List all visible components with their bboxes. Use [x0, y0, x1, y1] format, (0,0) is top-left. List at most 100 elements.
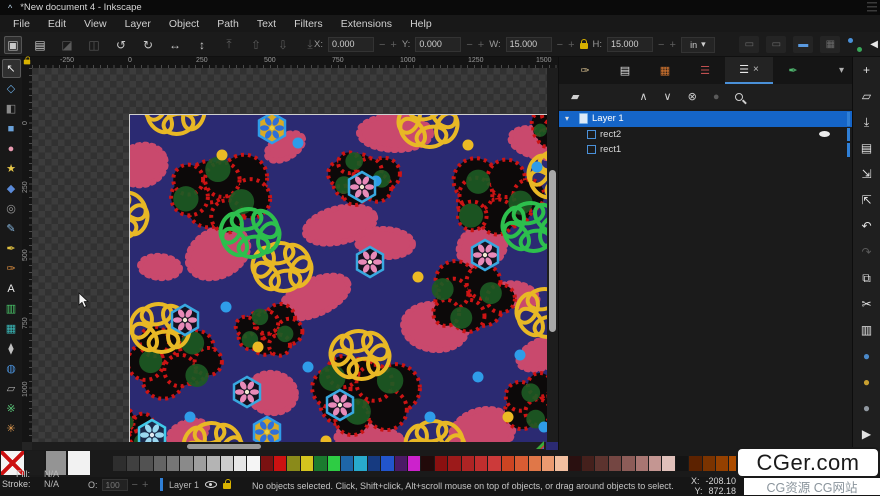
menu-file[interactable]: File: [4, 16, 39, 32]
palette-swatch[interactable]: [193, 456, 207, 471]
palette-swatch[interactable]: [568, 456, 582, 471]
palette-swatch[interactable]: [100, 456, 113, 471]
deselect-icon[interactable]: ◪: [58, 36, 76, 54]
palette-swatch[interactable]: [434, 456, 448, 471]
palette-swatch[interactable]: [622, 456, 635, 471]
tool-calligraphy[interactable]: ✑: [2, 259, 21, 278]
palette-swatch[interactable]: [126, 456, 140, 471]
w-plus-button[interactable]: +: [568, 39, 574, 51]
palette-swatch[interactable]: [488, 456, 501, 471]
vertical-scrollbar[interactable]: [547, 68, 558, 442]
menu-layer[interactable]: Layer: [116, 16, 160, 32]
rotate-cw-icon[interactable]: ↻: [139, 36, 157, 54]
select-same-icon[interactable]: ◫: [85, 36, 103, 54]
tool-star[interactable]: ★: [2, 159, 21, 178]
palette-swatch[interactable]: [528, 456, 541, 471]
palette-menu-icon[interactable]: [867, 2, 877, 12]
tool-node-editor[interactable]: ◇: [2, 79, 21, 98]
palette-swatch[interactable]: [421, 456, 434, 471]
h-plus-button[interactable]: +: [669, 39, 675, 51]
undo-icon[interactable]: ↶: [857, 217, 877, 235]
export-icon[interactable]: ⇱: [857, 191, 877, 209]
document-page[interactable]: [130, 115, 558, 450]
horizontal-scrollbar[interactable]: [32, 441, 546, 450]
canvas-viewport[interactable]: [32, 68, 558, 450]
guide-lock-icon[interactable]: [23, 56, 31, 65]
tool-paint-bucket[interactable]: ◍: [2, 359, 21, 378]
blur-icon[interactable]: ●: [713, 91, 720, 103]
tool-shape-builder[interactable]: ◧: [2, 99, 21, 118]
opacity-minus-button[interactable]: −: [132, 479, 138, 491]
white-swatch[interactable]: [68, 451, 90, 475]
tool-mesh-gradient[interactable]: ▦: [2, 319, 21, 338]
palette-swatch[interactable]: [260, 456, 274, 471]
object-row-layer-1[interactable]: ▾ Layer 1: [559, 111, 852, 127]
dialog-tab-align[interactable]: ☰: [685, 57, 725, 84]
tool-gradient[interactable]: ▥: [2, 299, 21, 318]
palette-swatch[interactable]: [153, 456, 166, 471]
add-layer-icon[interactable]: ▰: [571, 90, 579, 103]
palette-swatch[interactable]: [354, 456, 367, 471]
palette-swatch[interactable]: [367, 456, 381, 471]
print-icon[interactable]: ▤: [857, 139, 877, 157]
palette-swatch[interactable]: [649, 456, 662, 471]
palette-swatch[interactable]: [207, 456, 220, 471]
palette-swatch[interactable]: [166, 456, 180, 471]
palette-swatch[interactable]: [474, 456, 488, 471]
redo-icon[interactable]: ↷: [857, 243, 877, 261]
menu-edit[interactable]: Edit: [39, 16, 75, 32]
collapse-snapbar-button[interactable]: ◀: [870, 39, 878, 50]
raise-to-top-icon[interactable]: ⤒: [220, 36, 238, 54]
palette-swatch[interactable]: [582, 456, 595, 471]
select-all-icon[interactable]: ▣: [4, 35, 22, 54]
tool-bezier-pen[interactable]: ✒: [2, 239, 21, 258]
palette-swatch[interactable]: [233, 456, 247, 471]
tool-eraser[interactable]: ▱: [2, 379, 21, 398]
menu-object[interactable]: Object: [160, 16, 208, 32]
unit-dropdown[interactable]: in ▾: [680, 36, 715, 53]
palette-swatch[interactable]: [180, 456, 193, 471]
horizontal-ruler[interactable]: -250 0 250 500 750 1000 1250 1500: [32, 57, 558, 68]
palette-swatch[interactable]: [113, 456, 126, 471]
palette-swatch[interactable]: [287, 456, 300, 471]
dock-chevron-icon[interactable]: ▾: [839, 57, 844, 84]
open-icon[interactable]: ▱: [857, 87, 877, 105]
tool-ellipse[interactable]: ●: [2, 139, 21, 158]
tool-text[interactable]: A: [2, 279, 21, 298]
move-gradients-toggle[interactable]: ▬: [793, 36, 814, 53]
palette-swatch[interactable]: [394, 456, 407, 471]
h-minus-button[interactable]: −: [658, 39, 664, 51]
vertical-ruler[interactable]: 025050075010001250: [22, 68, 32, 442]
new-document-icon[interactable]: +: [857, 61, 877, 79]
flip-vertical-icon[interactable]: ↕: [193, 36, 211, 54]
rotate-ccw-icon[interactable]: ↺: [112, 36, 130, 54]
object-row-rect1[interactable]: rect1: [559, 142, 852, 158]
palette-swatch[interactable]: [662, 456, 675, 471]
layer-lock-icon[interactable]: [223, 479, 232, 489]
palette-swatch[interactable]: [314, 456, 327, 471]
visibility-icon[interactable]: [819, 131, 830, 138]
menu-extensions[interactable]: Extensions: [332, 16, 401, 32]
dialog-tab-document-properties[interactable]: ▤: [605, 57, 645, 84]
h-input[interactable]: 15.000: [607, 37, 653, 52]
dialog-tab-objects[interactable]: ☰ ×: [725, 57, 773, 84]
delete-object-icon[interactable]: ⊗: [688, 90, 697, 103]
opacity-plus-button[interactable]: +: [142, 479, 148, 491]
dialog-tab-swatches[interactable]: ▦: [645, 57, 685, 84]
opacity-input[interactable]: 100: [101, 479, 128, 491]
palette-swatch[interactable]: [247, 456, 260, 471]
palette-swatch[interactable]: [715, 456, 729, 471]
scale-stroke-toggle[interactable]: ▭: [739, 36, 760, 53]
palette-swatch[interactable]: [608, 456, 622, 471]
menu-path[interactable]: Path: [208, 16, 248, 32]
palette-swatch[interactable]: [327, 456, 341, 471]
palette-swatch[interactable]: [635, 456, 649, 471]
menu-text[interactable]: Text: [248, 16, 285, 32]
color-managed-icon[interactable]: [535, 441, 545, 450]
fill-stroke-dialog-icon[interactable]: ●: [857, 347, 877, 365]
palette-swatch[interactable]: [689, 456, 702, 471]
palette-swatch[interactable]: [555, 456, 568, 471]
cut-icon[interactable]: ✂: [857, 295, 877, 313]
tool-dropper[interactable]: ⧫: [2, 339, 21, 358]
menu-view[interactable]: View: [75, 16, 116, 32]
